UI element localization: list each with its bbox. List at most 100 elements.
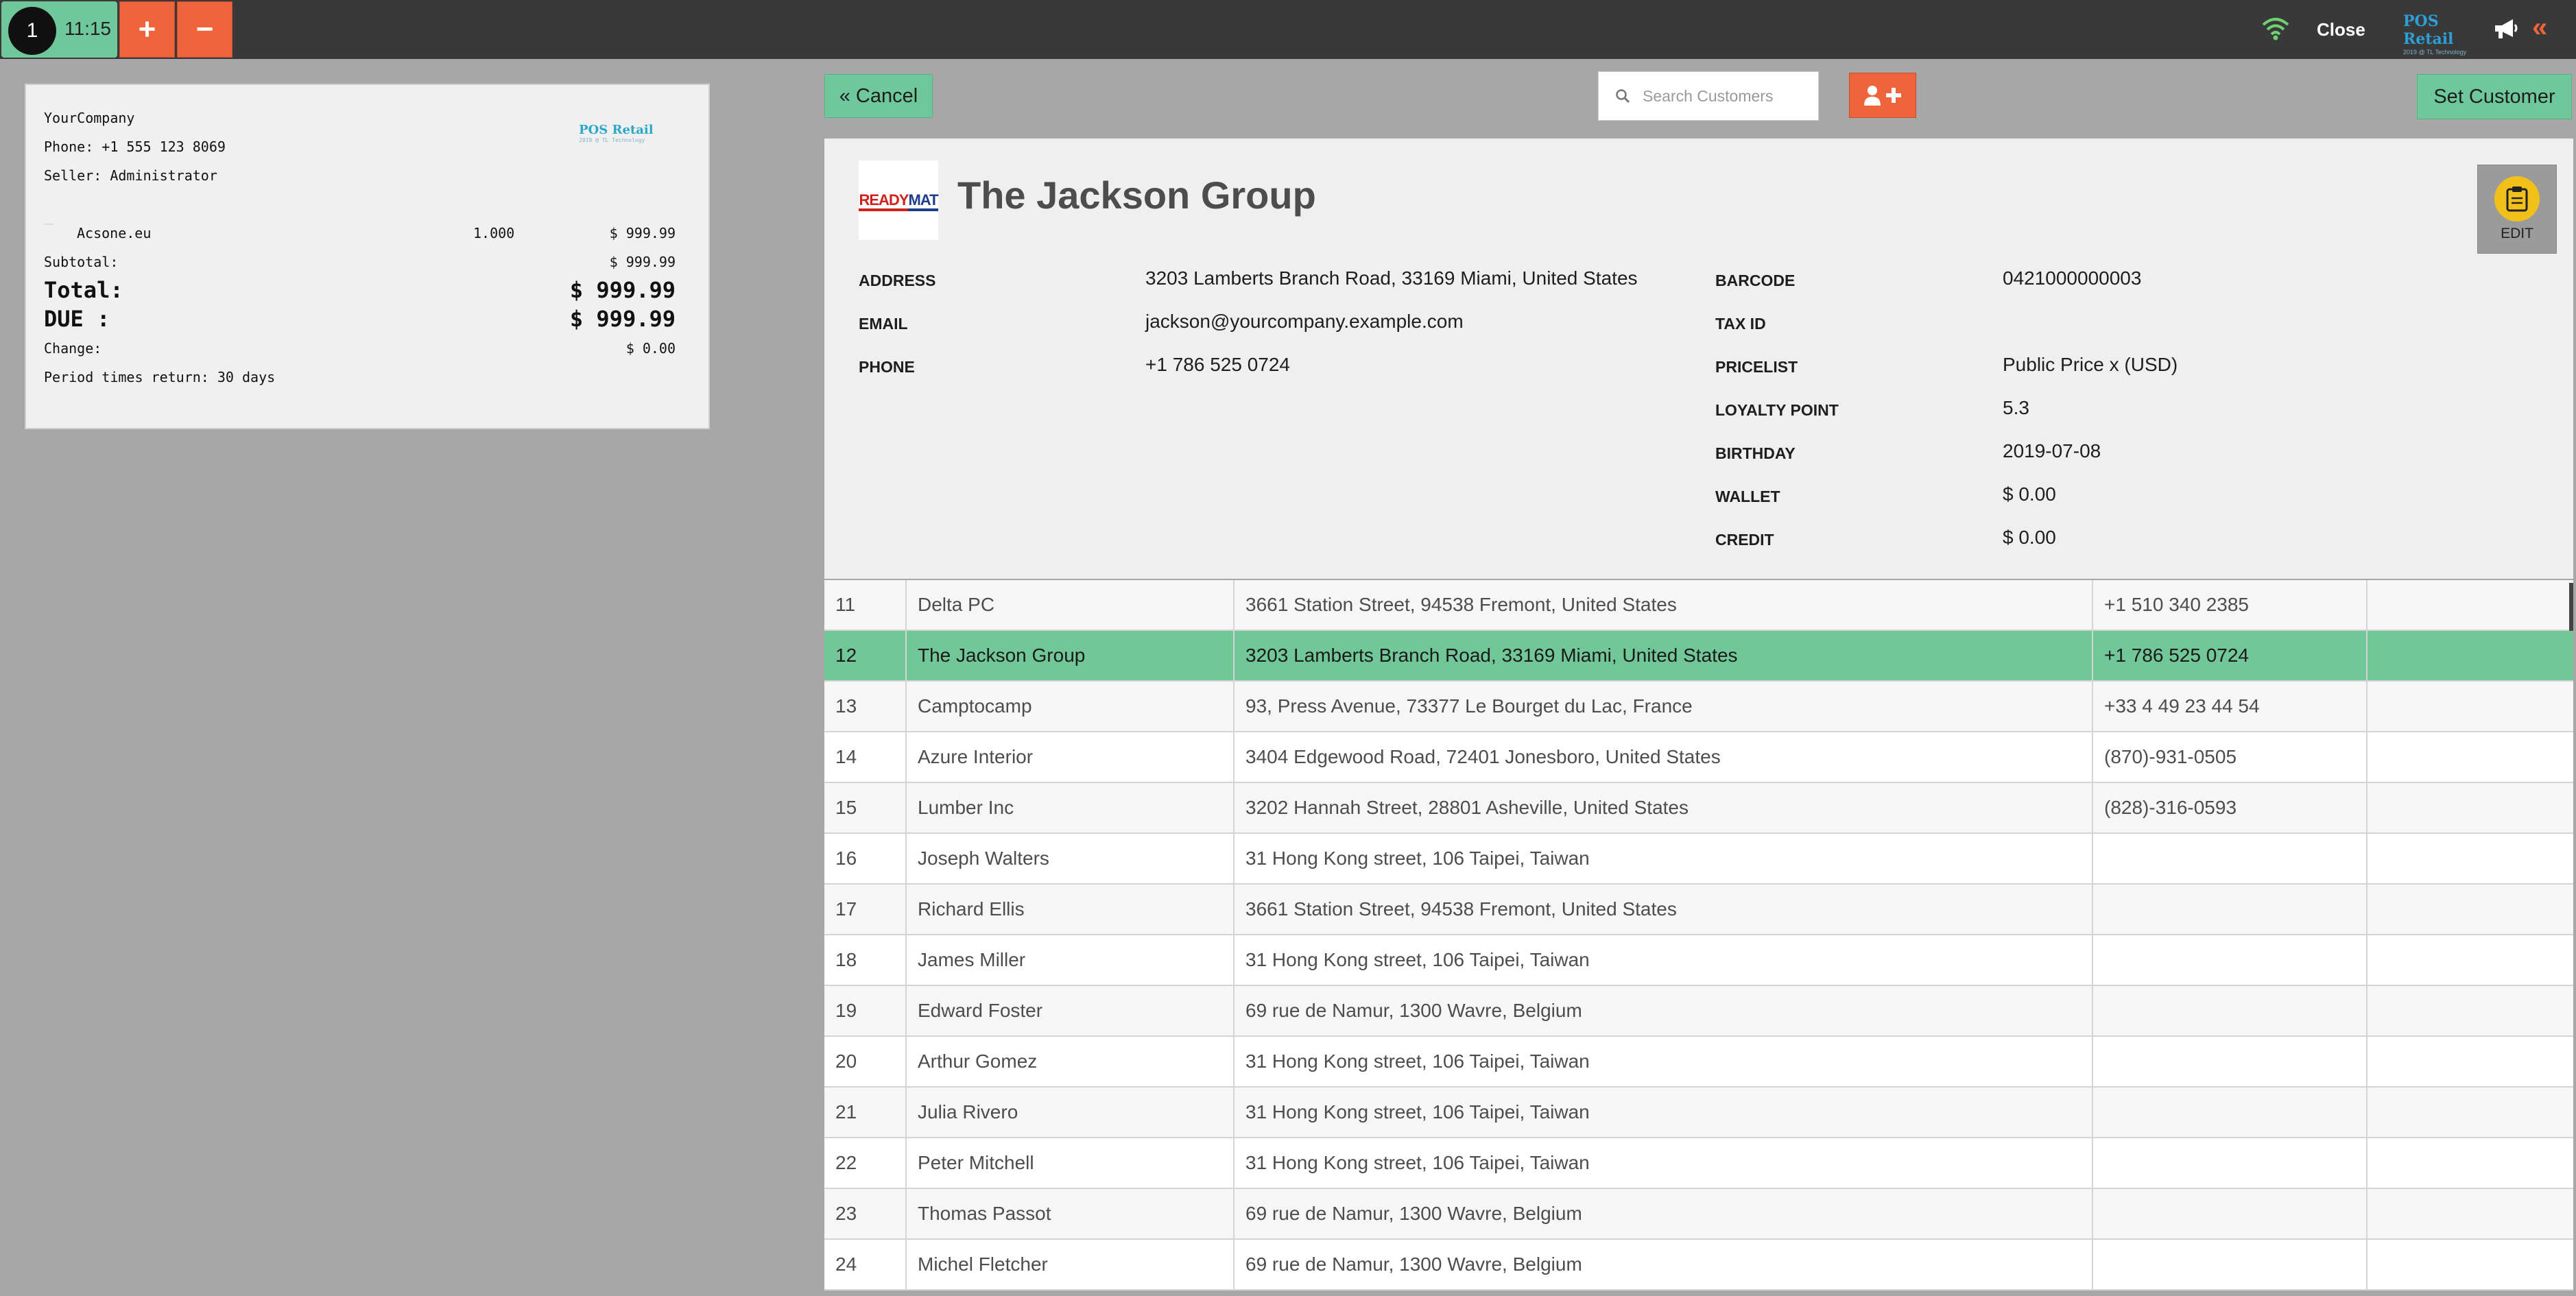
customer-name-cell: Richard Ellis xyxy=(907,885,1235,934)
customer-address-cell: 31 Hong Kong street, 106 Taipei, Taiwan xyxy=(1235,935,2093,985)
customer-extra-cell xyxy=(2368,682,2573,731)
customer-name-cell: Peter Mitchell xyxy=(907,1138,1235,1188)
customer-id-cell: 19 xyxy=(824,986,907,1035)
customer-name-cell: Thomas Passot xyxy=(907,1189,1235,1238)
customer-id-cell: 14 xyxy=(824,732,907,782)
receipt-total-value: $ 999.99 xyxy=(569,277,676,303)
table-row[interactable]: 16 Joseph Walters 31 Hong Kong street, 106… xyxy=(824,834,2573,885)
customer-phone-cell xyxy=(2093,1088,2368,1137)
double-chevron-left-icon: « xyxy=(839,84,850,107)
customer-detail-card: READYMAT The Jackson Group EDIT ADDRESS … xyxy=(824,139,2573,579)
customer-phone-cell xyxy=(2093,935,2368,985)
receipt-subtotal-label: Subtotal: xyxy=(44,254,119,270)
customer-id-cell: 11 xyxy=(824,580,907,629)
receipt-change-label: Change: xyxy=(44,340,102,357)
table-row[interactable]: 11 Delta PC 3661 Station Street, 94538 Fre… xyxy=(824,580,2573,631)
customer-phone-cell xyxy=(2093,1138,2368,1188)
customer-phone-cell: (828)-316-0593 xyxy=(2093,783,2368,832)
customer-phone-cell xyxy=(2093,1240,2368,1289)
credit-value: $ 0.00 xyxy=(2003,527,2056,548)
wallet-value: $ 0.00 xyxy=(2003,483,2056,505)
customer-phone-cell xyxy=(2093,1037,2368,1086)
customer-id-cell: 18 xyxy=(824,935,907,985)
customer-address-cell: 69 rue de Namur, 1300 Wavre, Belgium xyxy=(1235,1189,2093,1238)
customer-id-cell: 13 xyxy=(824,682,907,731)
receipt-line-price: $ 999.99 xyxy=(609,225,676,241)
pricelist-label: PRICELIST xyxy=(1715,358,1798,376)
edit-button[interactable]: EDIT xyxy=(2477,165,2557,254)
customer-name-cell: Michel Fletcher xyxy=(907,1240,1235,1289)
customer-address-cell: 31 Hong Kong street, 106 Taipei, Taiwan xyxy=(1235,1138,2093,1188)
order-tab[interactable]: 1 11:15 xyxy=(1,1,117,58)
loyalty-value: 5.3 xyxy=(2003,397,2029,418)
table-row[interactable]: 13 Camptocamp 93, Press Avenue, 73377 Le B… xyxy=(824,682,2573,732)
table-row[interactable]: 15 Lumber Inc 3202 Hannah Street, 28801 As… xyxy=(824,783,2573,834)
customer-address-cell: 31 Hong Kong street, 106 Taipei, Taiwan xyxy=(1235,1037,2093,1086)
credit-label: CREDIT xyxy=(1715,531,1774,549)
customer-address-cell: 69 rue de Namur, 1300 Wavre, Belgium xyxy=(1235,1240,2093,1289)
cancel-button[interactable]: « Cancel xyxy=(824,74,933,118)
customer-extra-cell xyxy=(2368,631,2573,680)
customer-extra-cell xyxy=(2368,783,2573,832)
close-button[interactable]: Close xyxy=(2317,19,2365,40)
customer-phone-cell: (870)-931-0505 xyxy=(2093,732,2368,782)
table-row[interactable]: 14 Azure Interior 3404 Edgewood Road, 7240… xyxy=(824,732,2573,783)
table-row[interactable]: 18 James Miller 31 Hong Kong street, 106 T… xyxy=(824,935,2573,986)
search-icon xyxy=(1616,89,1630,104)
table-row[interactable]: 21 Julia Rivero 31 Hong Kong street, 106 T… xyxy=(824,1088,2573,1138)
customer-address-cell: 31 Hong Kong street, 106 Taipei, Taiwan xyxy=(1235,834,2093,883)
set-customer-button[interactable]: Set Customer xyxy=(2417,74,2572,119)
receipt-logo-title: POS Retail xyxy=(579,123,654,137)
receipt-return-note: Period times return: 30 days xyxy=(44,369,276,385)
table-row[interactable]: 17 Richard Ellis 3661 Station Street, 9453… xyxy=(824,885,2573,935)
customer-extra-cell xyxy=(2368,834,2573,883)
customer-extra-cell xyxy=(2368,986,2573,1035)
megaphone-icon[interactable] xyxy=(2492,16,2520,41)
receipt-logo: POS Retail 2019 @ TL Technology xyxy=(579,123,668,151)
brand-logo: POS Retail 2019 @ TL Technology xyxy=(2403,12,2474,56)
receipt-subtotal-value: $ 999.99 xyxy=(609,254,676,270)
barcode-label: BARCODE xyxy=(1715,272,1796,289)
customer-id-cell: 20 xyxy=(824,1037,907,1086)
customer-name-cell: The Jackson Group xyxy=(907,631,1235,680)
customer-address-cell: 3404 Edgewood Road, 72401 Jonesboro, Uni… xyxy=(1235,732,2093,782)
user-icon xyxy=(1864,86,1881,106)
collapse-icon[interactable]: « xyxy=(2532,12,2547,43)
customer-id-cell: 23 xyxy=(824,1189,907,1238)
brand-subtitle: 2019 @ TL Technology xyxy=(2403,49,2467,56)
receipt-preview: YourCompany Phone: +1 555 123 8069 Selle… xyxy=(25,84,710,429)
order-time: 11:15 xyxy=(64,18,111,39)
customer-id-cell: 15 xyxy=(824,783,907,832)
receipt-seller: Seller: Administrator xyxy=(44,167,217,184)
customer-id-cell: 21 xyxy=(824,1088,907,1137)
add-order-button[interactable]: + xyxy=(119,1,175,58)
add-customer-button[interactable] xyxy=(1849,73,1916,118)
customer-extra-cell xyxy=(2368,1189,2573,1238)
customer-extra-cell xyxy=(2368,732,2573,782)
customer-logo-text-b: MAT xyxy=(908,191,939,211)
search-customers-input[interactable] xyxy=(1643,86,1807,106)
table-row[interactable]: 22 Peter Mitchell 31 Hong Kong street, 106… xyxy=(824,1138,2573,1189)
birthday-label: BIRTHDAY xyxy=(1715,444,1796,462)
table-row[interactable]: 24 Michel Fletcher 69 rue de Namur, 1300 W… xyxy=(824,1240,2573,1291)
customer-id-cell: 17 xyxy=(824,885,907,934)
customer-address-cell: 3661 Station Street, 94538 Fremont, Unit… xyxy=(1235,580,2093,629)
table-row[interactable]: 19 Edward Foster 69 rue de Namur, 1300 Wav… xyxy=(824,986,2573,1037)
receipt-company: YourCompany xyxy=(44,110,135,126)
remove-order-button[interactable]: − xyxy=(177,1,232,58)
birthday-value: 2019-07-08 xyxy=(2003,440,2101,461)
table-row[interactable]: 23 Thomas Passot 69 rue de Namur, 1300 Wav… xyxy=(824,1189,2573,1240)
phone-label: PHONE xyxy=(859,358,915,376)
table-row[interactable]: 20 Arthur Gomez 31 Hong Kong street, 106 T… xyxy=(824,1037,2573,1088)
clipboard-icon xyxy=(2494,176,2540,221)
customer-name-cell: Edward Foster xyxy=(907,986,1235,1035)
table-row-selected[interactable]: 12 The Jackson Group 3203 Lamberts Branch … xyxy=(824,631,2573,682)
plus-icon xyxy=(1886,88,1901,103)
top-bar: 1 11:15 + − Close POS Retail 2019 @ TL T… xyxy=(0,0,2576,59)
receipt-total-label: Total: xyxy=(44,277,123,303)
scrollbar-thumb[interactable] xyxy=(2569,583,2573,631)
receipt-line-qty: 1.000 xyxy=(473,225,515,241)
search-box[interactable] xyxy=(1598,71,1819,121)
customer-id-cell: 24 xyxy=(824,1240,907,1289)
customer-name-cell: James Miller xyxy=(907,935,1235,985)
